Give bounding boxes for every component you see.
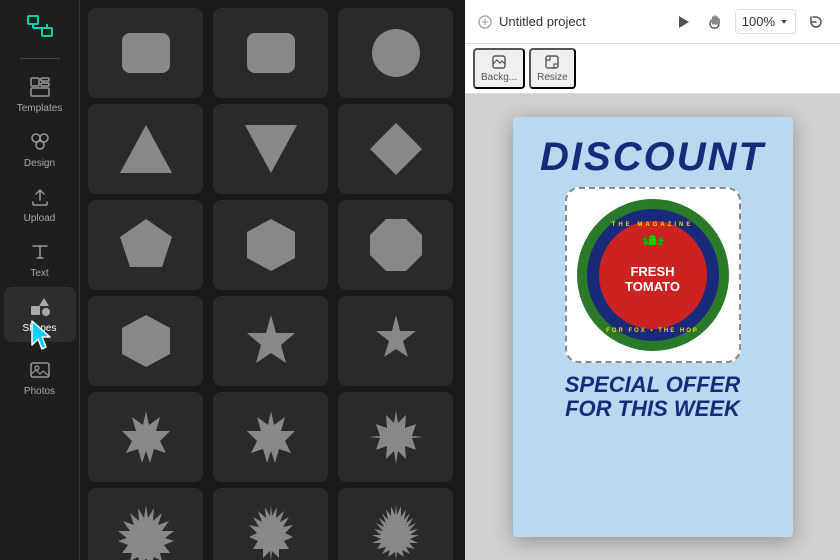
background-button[interactable]: Backg... xyxy=(473,48,525,89)
zoom-control[interactable]: 100% xyxy=(735,9,796,34)
chevron-down-icon xyxy=(779,17,789,27)
app-logo xyxy=(22,8,58,44)
tomato-text-line2: TOMATO xyxy=(625,279,680,294)
sidebar-label-design: Design xyxy=(24,158,55,169)
tomato-text-line1: FRESH xyxy=(630,264,674,279)
sidebar-item-templates[interactable]: Templates xyxy=(4,67,76,122)
design-icon xyxy=(28,130,52,154)
shape-starburst-10[interactable] xyxy=(88,488,203,560)
shape-rounded-rect-1[interactable] xyxy=(88,8,203,98)
photos-icon xyxy=(28,358,52,382)
circular-text-top: THE MAGAZINE xyxy=(587,213,719,231)
special-offer-text: SPECIAL OFFER FOR THIS WEEK xyxy=(565,373,741,421)
sidebar-label-templates: Templates xyxy=(17,103,63,114)
special-offer-line2: FOR THIS WEEK xyxy=(565,397,741,421)
shape-circle[interactable] xyxy=(338,8,453,98)
resize-label: Resize xyxy=(537,72,568,83)
sidebar: Templates Design Upload Text xyxy=(0,0,80,560)
sidebar-item-photos[interactable]: Photos xyxy=(4,350,76,405)
cursor-indicator xyxy=(26,317,62,356)
project-title-area: Untitled project xyxy=(477,14,586,30)
zoom-value: 100% xyxy=(742,14,775,29)
shape-triangle-down[interactable] xyxy=(213,104,328,194)
resize-button[interactable]: Resize xyxy=(529,48,576,89)
sidebar-divider xyxy=(20,58,60,59)
project-title: Untitled project xyxy=(499,14,586,29)
background-label: Backg... xyxy=(481,72,517,83)
sidebar-item-shapes[interactable]: Shapes xyxy=(4,287,76,342)
circular-text-bottom: FOR FOX • THE HOP xyxy=(587,319,719,337)
top-bar: Untitled project 100% xyxy=(465,0,840,44)
tomato-badge: FRESH TOMATO xyxy=(599,221,707,329)
shapes-grid xyxy=(88,8,457,560)
canvas-document: DISCOUNT FRESH TOMATO xyxy=(513,117,793,537)
shape-star-5[interactable] xyxy=(338,296,453,386)
sub-toolbar: Backg... Resize xyxy=(465,44,840,94)
top-bar-actions: 100% xyxy=(671,9,828,34)
shape-starburst-12[interactable] xyxy=(213,488,328,560)
sidebar-label-text: Text xyxy=(30,268,48,279)
upload-icon xyxy=(28,185,52,209)
sidebar-item-upload[interactable]: Upload xyxy=(4,177,76,232)
canvas-area: DISCOUNT FRESH TOMATO xyxy=(465,94,840,560)
shape-star-8[interactable] xyxy=(213,392,328,482)
shape-triangle-up[interactable] xyxy=(88,104,203,194)
shape-rounded-rect-2[interactable] xyxy=(213,8,328,98)
shape-star-7[interactable] xyxy=(88,392,203,482)
shape-starburst-spiky[interactable] xyxy=(338,488,453,560)
logo-circle: FRESH TOMATO THE MAGAZINE FOR FOX • THE … xyxy=(577,199,729,351)
shape-octagon[interactable] xyxy=(338,200,453,290)
sidebar-label-photos: Photos xyxy=(24,386,55,397)
text-icon xyxy=(28,240,52,264)
undo-button[interactable] xyxy=(804,10,828,34)
tomato-leaves xyxy=(643,235,663,245)
special-offer-line1: SPECIAL OFFER xyxy=(565,373,741,397)
shape-hexagon2[interactable] xyxy=(88,296,203,386)
shape-hexagon[interactable] xyxy=(213,200,328,290)
shape-pentagon[interactable] xyxy=(88,200,203,290)
discount-text: DISCOUNT xyxy=(540,137,765,177)
logo-box[interactable]: FRESH TOMATO THE MAGAZINE FOR FOX • THE … xyxy=(565,187,741,363)
right-panel: Untitled project 100% xyxy=(465,0,840,560)
sidebar-label-upload: Upload xyxy=(24,213,56,224)
shapes-panel xyxy=(80,0,465,560)
sidebar-item-text[interactable]: Text xyxy=(4,232,76,287)
project-icon xyxy=(477,14,493,30)
play-button[interactable] xyxy=(671,10,695,34)
sidebar-item-design[interactable]: Design xyxy=(4,122,76,177)
shapes-icon xyxy=(28,295,52,319)
shape-diamond[interactable] xyxy=(338,104,453,194)
shape-star-9[interactable] xyxy=(338,392,453,482)
shape-star-6[interactable] xyxy=(213,296,328,386)
templates-icon xyxy=(28,75,52,99)
hand-tool-button[interactable] xyxy=(703,10,727,34)
